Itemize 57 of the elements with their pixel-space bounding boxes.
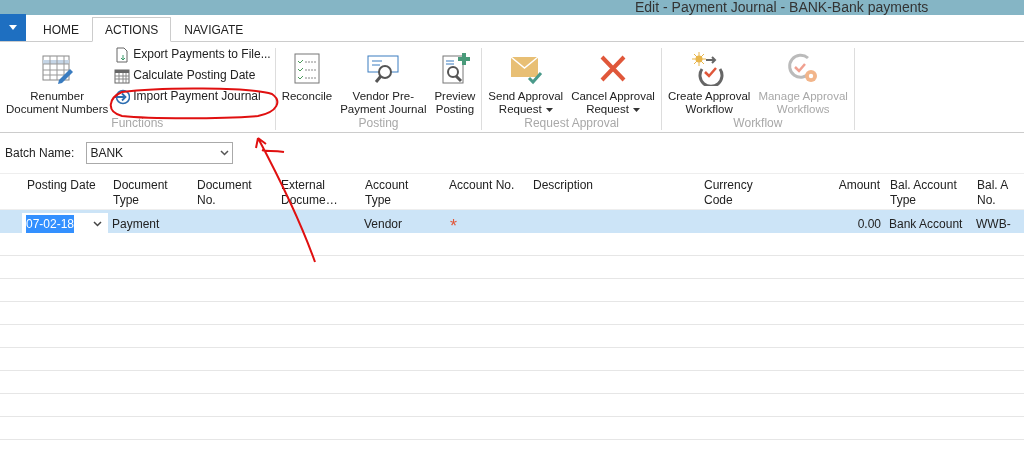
column-header[interactable]: Posting Date	[22, 174, 108, 209]
ribbon-button-label: Cancel Approval Request	[571, 90, 655, 116]
caret-icon	[632, 107, 640, 112]
menu-button[interactable]	[0, 14, 26, 41]
ribbon-button-label: Create Approval Workflow	[667, 90, 751, 116]
document-magnifier-icon	[366, 52, 401, 86]
ribbon-tab[interactable]: ACTIONS	[92, 17, 172, 42]
ribbon-button[interactable]: Reconcile	[279, 48, 335, 116]
ribbon-tab[interactable]: NAVIGATE	[171, 17, 257, 42]
ribbon-button[interactable]: Preview Posting	[432, 48, 478, 116]
batch-name-dropdown[interactable]: BANK	[86, 142, 234, 164]
ribbon-button-label: Export Payments to File...	[133, 48, 271, 61]
table-row[interactable]: 07-02-18 Payment Vendor * 0.00 Bank Account WWB-	[0, 210, 1024, 233]
ribbon-tab[interactable]: HOME	[30, 17, 92, 42]
ribbon-button[interactable]: Renumber Document Numbers	[4, 48, 111, 116]
table-cell-text: 0.00	[856, 216, 882, 233]
ribbon-button[interactable]: Export Payments to File...	[114, 44, 271, 65]
ribbon-button-label: Reconcile	[281, 90, 333, 103]
ribbon-button-label: Manage Approval Workflows	[758, 90, 848, 116]
column-header[interactable]: Document Type	[108, 174, 192, 209]
ribbon-button-label: Calculate Posting Date	[133, 69, 256, 82]
table-cell-text: WWB-	[975, 216, 1012, 233]
group-label: Posting	[357, 116, 400, 130]
caret-icon	[9, 25, 17, 30]
column-header[interactable]: Account Type	[360, 174, 444, 209]
ribbon-button-label: Preview Posting	[434, 90, 476, 116]
column-header[interactable]: Amount	[789, 174, 885, 209]
column-header[interactable]: Bal. A No.	[972, 174, 1024, 209]
column-header[interactable]: Document No.	[192, 174, 276, 209]
calendar-icon	[114, 67, 131, 84]
column-header[interactable]: Bal. Account Type	[885, 174, 972, 209]
ribbon-button[interactable]: Send Approval Request	[486, 48, 566, 116]
table-cell-text: Bank Account	[888, 216, 964, 233]
ribbon-button-label: Vendor Pre- Payment Journal	[340, 90, 427, 116]
caret-icon	[545, 107, 553, 112]
import-arrow-icon	[114, 88, 131, 105]
group-label: Workflow	[732, 116, 784, 130]
field-label: Batch Name:	[5, 145, 75, 162]
document-arrow-icon	[114, 46, 131, 63]
column-header[interactable]: Description	[528, 174, 699, 209]
window-title: Edit - Payment Journal - BANK-Bank payments	[635, 0, 929, 15]
ribbon-button[interactable]: Calculate Posting Date	[114, 65, 271, 86]
chevron-down-icon	[93, 221, 102, 227]
ribbon-button-label: Renumber Document Numbers	[6, 90, 109, 116]
ribbon-button[interactable]: Create Approval Workflow	[665, 48, 753, 116]
table-pencil-icon	[40, 52, 75, 86]
ribbon-button[interactable]: Cancel Approval Request	[569, 48, 657, 116]
ribbon-button[interactable]: Vendor Pre- Payment Journal	[338, 48, 429, 116]
column-header[interactable]: Account No.	[444, 174, 528, 209]
column-header[interactable]: Currency Code	[699, 174, 789, 209]
group-label: Request Approval	[523, 116, 620, 130]
group-label: Functions	[110, 116, 165, 130]
table-cell-text: Vendor	[363, 216, 404, 233]
chevron-down-icon	[220, 150, 230, 156]
table-cell-text: Payment	[111, 216, 161, 233]
ribbon-button-label: Import Payment Journal	[133, 90, 261, 103]
ribbon-button-label: Send Approval Request	[488, 90, 564, 116]
